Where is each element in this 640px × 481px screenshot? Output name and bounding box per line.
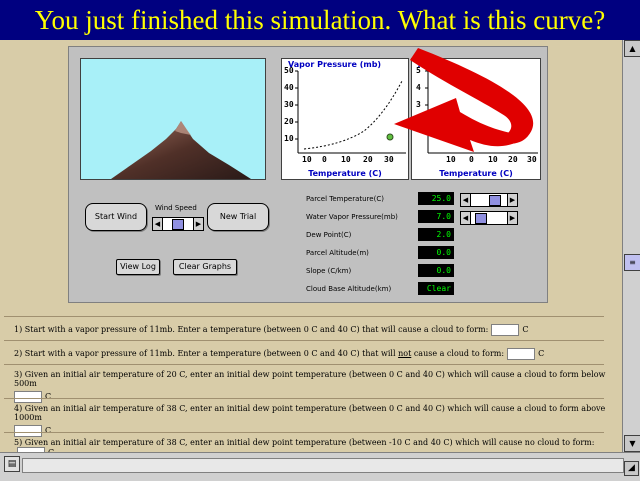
down-arrow-icon[interactable]: ▼	[624, 435, 640, 452]
param-value-display: Clear	[418, 282, 454, 295]
answer-4-input[interactable]	[14, 425, 42, 437]
question-text: 3) Given an initial air temperature of 2…	[14, 370, 606, 388]
resize-grip-icon[interactable]: ◢	[624, 461, 639, 476]
x-tick: 0	[322, 155, 327, 164]
status-bar: ▤ ◢	[0, 452, 640, 481]
question-text: 4) Given an initial air temperature of 3…	[14, 404, 606, 422]
divider	[4, 398, 604, 399]
answer-2-input[interactable]	[507, 348, 536, 360]
mountain-view	[80, 58, 266, 180]
question-text: 1) Start with a vapor pressure of 11mb. …	[14, 325, 489, 334]
unit-label: C	[522, 325, 529, 334]
wind-speed-label: Wind Speed	[155, 204, 197, 212]
question-2: 2) Start with a vapor pressure of 11mb. …	[14, 348, 614, 360]
unit-label: C	[538, 349, 545, 358]
param-label: Dew Point(C)	[306, 231, 352, 239]
question-banner: You just finished this simulation. What …	[0, 0, 640, 40]
question-5: 5) Given an initial air temperature of 3…	[14, 438, 614, 452]
question-text: 5) Given an initial air temperature of 3…	[14, 438, 595, 447]
up-arrow-icon[interactable]: ▲	[624, 40, 640, 57]
start-wind-button[interactable]: Start Wind	[85, 203, 147, 231]
vertical-scrollbar[interactable]: ▲ ≡ ▼	[622, 40, 640, 452]
right-arrow-icon[interactable]: ▶	[193, 218, 203, 230]
x-tick: 10	[302, 155, 312, 164]
wind-speed-slider[interactable]: ◀ ▶	[152, 217, 204, 231]
clear-graphs-button[interactable]: Clear Graphs	[173, 259, 237, 275]
new-trial-button[interactable]: New Trial	[207, 203, 269, 231]
question-text: 2) Start with a vapor pressure of 11mb. …	[14, 349, 396, 358]
param-label: Slope (C/km)	[306, 267, 352, 275]
param-label: Cloud Base Altitude(km)	[306, 285, 392, 293]
question-1: 1) Start with a vapor pressure of 11mb. …	[14, 324, 614, 336]
slider-thumb[interactable]	[172, 219, 184, 230]
answer-3-input[interactable]	[14, 391, 42, 403]
left-arrow-icon[interactable]: ◀	[153, 218, 163, 230]
param-label: Parcel Altitude(m)	[306, 249, 369, 257]
divider	[4, 316, 604, 317]
param-label: Parcel Temperature(C)	[306, 195, 384, 203]
horizontal-scrollbar[interactable]	[22, 458, 624, 473]
scroll-thumb-icon[interactable]: ≡	[624, 254, 640, 271]
x-tick: 10	[341, 155, 351, 164]
question-emphasis: not	[398, 349, 412, 358]
answer-1-input[interactable]	[491, 324, 520, 336]
divider	[4, 340, 604, 341]
unit-label: C	[45, 392, 52, 401]
page-icon[interactable]: ▤	[4, 456, 20, 472]
divider	[4, 364, 604, 365]
param-value-display: 0.0	[418, 246, 454, 259]
red-arrow-annotation	[394, 48, 534, 152]
x-tick: 20	[363, 155, 373, 164]
divider	[4, 432, 604, 433]
question-text: cause a cloud to form:	[413, 349, 505, 358]
mountain-illustration	[111, 121, 251, 179]
view-log-button[interactable]: View Log	[116, 259, 160, 275]
param-value-display: 0.0	[418, 264, 454, 277]
unit-label: C	[45, 426, 52, 435]
